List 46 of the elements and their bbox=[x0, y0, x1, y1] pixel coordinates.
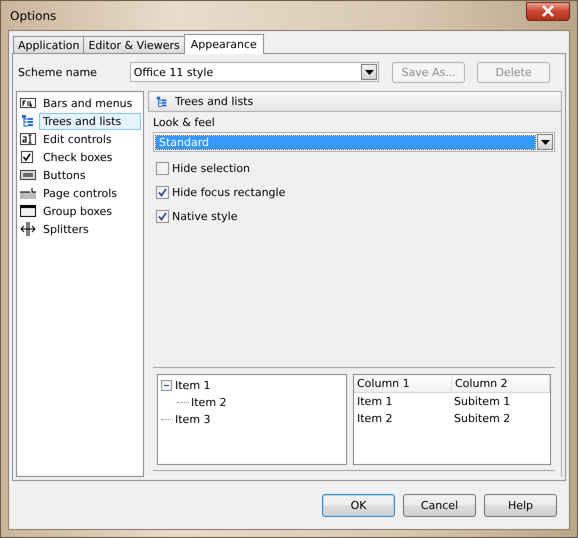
window-icon bbox=[20, 204, 36, 218]
checkbox-icon bbox=[20, 150, 36, 164]
checkbox-label[interactable]: Native style bbox=[172, 210, 238, 222]
close-icon bbox=[541, 5, 555, 17]
column-header[interactable]: Column 2 bbox=[452, 375, 550, 392]
list-cell-text: Item 2 bbox=[356, 412, 394, 425]
file-icon bbox=[20, 96, 36, 110]
checkbox[interactable] bbox=[156, 162, 169, 174]
look-label: Look & feel bbox=[153, 116, 216, 129]
list-cell-text: Subitem 1 bbox=[453, 395, 512, 408]
sidebar-item[interactable]: Bars and menus bbox=[39, 94, 141, 112]
tree-item[interactable]: Item 3 bbox=[175, 413, 211, 426]
sidebar-item[interactable]: Trees and lists bbox=[39, 112, 141, 130]
checkbox[interactable] bbox=[156, 186, 169, 198]
tab[interactable]: Application bbox=[13, 36, 84, 53]
list-cell-text: Item 1 bbox=[356, 395, 394, 408]
checkbox-label[interactable]: Hide selection bbox=[172, 162, 250, 174]
sidebar-item[interactable]: Edit controls bbox=[39, 130, 141, 148]
column-header[interactable]: Column 1 bbox=[354, 375, 452, 392]
tab[interactable]: Appearance bbox=[184, 34, 264, 54]
dialog-button[interactable]: OK bbox=[322, 494, 395, 516]
sidebar-item[interactable]: Check boxes bbox=[39, 148, 141, 166]
dialog-button[interactable]: Help bbox=[484, 494, 557, 516]
dialog-button[interactable]: Cancel bbox=[403, 494, 476, 516]
tab[interactable]: Editor & Viewers bbox=[83, 36, 185, 53]
sidebar-item[interactable]: Group boxes bbox=[39, 202, 141, 220]
checkbox[interactable] bbox=[156, 210, 169, 222]
sidebar-item[interactable]: Buttons bbox=[39, 166, 141, 184]
text-cursor-icon bbox=[20, 132, 36, 146]
checkbox-label[interactable]: Hide focus rectangle bbox=[172, 186, 286, 198]
section-title: Trees and lists bbox=[175, 95, 254, 108]
window-title: Options bbox=[9, 8, 56, 22]
list-cell-text: Subitem 2 bbox=[453, 412, 512, 425]
close-button[interactable] bbox=[526, 2, 570, 20]
scheme-dropdown[interactable]: Office 11 style bbox=[130, 62, 380, 82]
tree-icon bbox=[20, 114, 36, 128]
splitter-icon bbox=[20, 222, 36, 236]
tree-item[interactable]: Item 1 bbox=[175, 379, 211, 392]
tree-icon bbox=[155, 94, 169, 108]
scheme-label: Scheme name bbox=[17, 66, 98, 78]
collapse-icon[interactable] bbox=[161, 380, 172, 391]
sidebar-item[interactable]: Splitters bbox=[39, 220, 141, 238]
sidebar-item[interactable]: Page controls bbox=[39, 184, 141, 202]
tree-item[interactable]: Item 2 bbox=[191, 396, 227, 409]
page-icon bbox=[20, 186, 36, 200]
button-icon bbox=[20, 168, 36, 182]
